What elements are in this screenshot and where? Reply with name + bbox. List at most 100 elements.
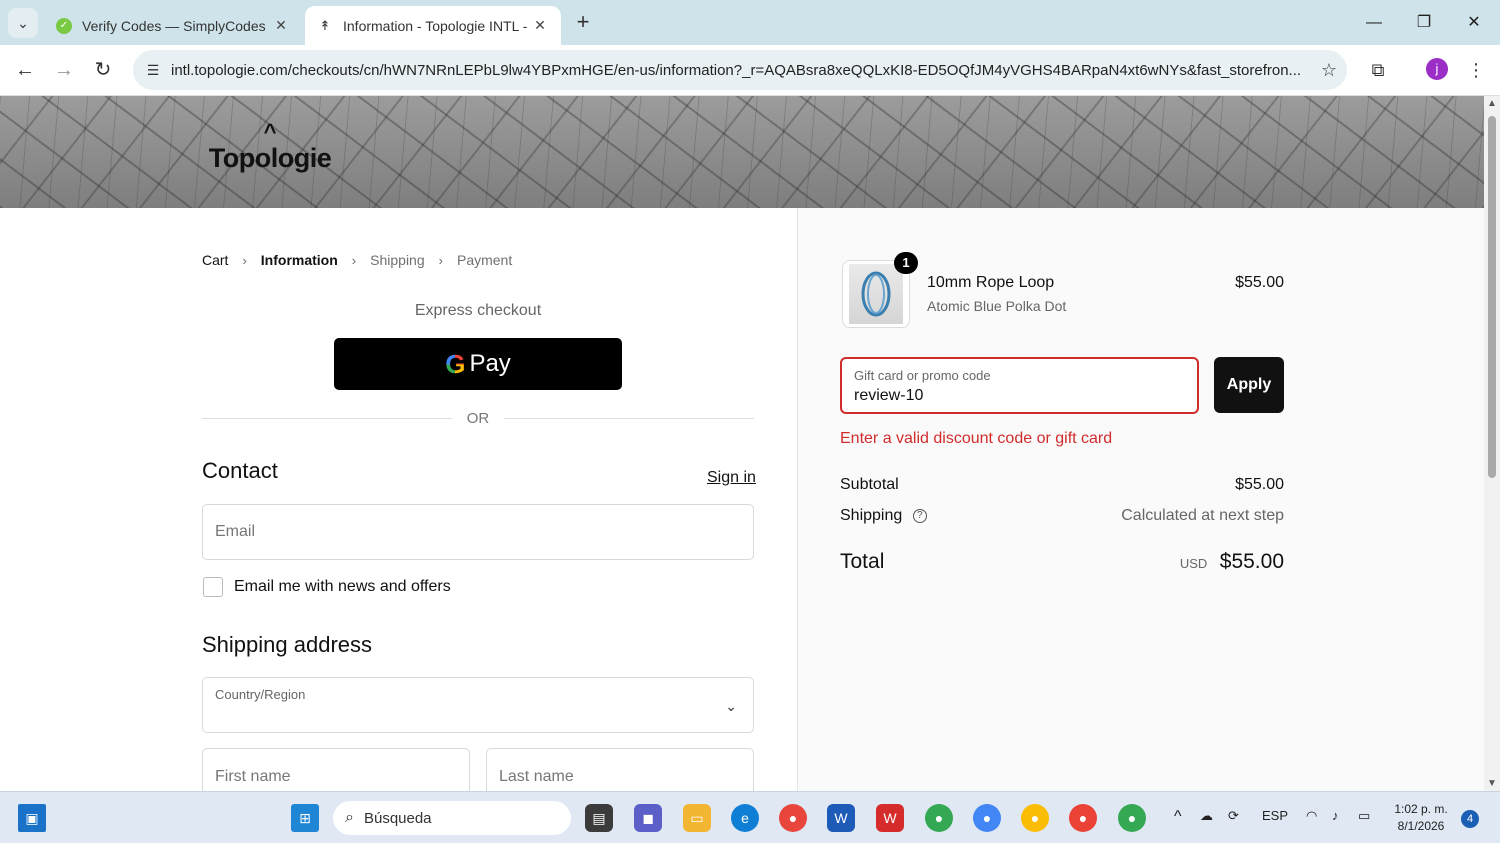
close-window-icon[interactable]: ✕: [1451, 8, 1497, 38]
topologie-logo[interactable]: ^ Topologie: [205, 119, 335, 182]
promo-code-field[interactable]: Gift card or promo code: [840, 357, 1199, 414]
tab-title: Information - Topologie INTL -: [343, 17, 528, 34]
site-settings-icon[interactable]: ☰: [139, 62, 167, 79]
clock-time: 1:02 p. m.: [1394, 802, 1448, 816]
menu-kebab-icon[interactable]: ⋮: [1463, 57, 1489, 83]
new-tab-icon[interactable]: +: [570, 10, 596, 36]
promo-input[interactable]: [854, 387, 1184, 405]
taskbar-search[interactable]: ⌕ Búsqueda: [333, 801, 571, 835]
clock-date: 8/1/2026: [1397, 819, 1445, 833]
windows-taskbar: ▣ ⊞ ⌕ Búsqueda ▤ ◼ ▭ e ● W W ● ● ● ● ● ^…: [0, 791, 1500, 843]
word-icon[interactable]: W: [827, 804, 855, 832]
email-placeholder: Email: [215, 523, 256, 540]
system-clock[interactable]: 1:02 p. m. 8/1/2026: [1385, 801, 1457, 835]
product-price: $55.00: [1235, 274, 1284, 291]
volume-icon[interactable]: ♪: [1332, 808, 1339, 823]
minimize-icon[interactable]: —: [1351, 8, 1397, 38]
promo-label: Gift card or promo code: [854, 368, 991, 383]
breadcrumb-cart[interactable]: Cart: [202, 252, 228, 268]
first-name-field[interactable]: First name: [202, 748, 470, 791]
last-name-field[interactable]: Last name: [486, 748, 754, 791]
notification-badge[interactable]: 4: [1461, 810, 1479, 828]
close-tab-icon[interactable]: ✕: [272, 17, 290, 34]
currency-code: USD: [1179, 556, 1208, 571]
chrome-profile-j2-icon[interactable]: ●: [1069, 804, 1097, 832]
chrome-profile-j-icon[interactable]: ●: [1021, 804, 1049, 832]
first-name-placeholder: First name: [215, 768, 291, 785]
scrollbar-thumb[interactable]: [1488, 116, 1496, 478]
sync-icon[interactable]: ⟳: [1228, 808, 1239, 824]
logo-chevron-icon: ^: [263, 119, 277, 144]
browser-toolbar: ← → ↻ ☰ intl.topologie.com/checkouts/cn/…: [0, 45, 1500, 96]
email-field[interactable]: Email: [202, 504, 754, 560]
widgets-icon[interactable]: ▣: [18, 804, 46, 832]
scroll-up-icon[interactable]: ▲: [1487, 98, 1497, 109]
total-row: Total USD $55.00: [840, 550, 1284, 574]
product-name: 10mm Rope Loop: [927, 274, 1055, 291]
apply-button[interactable]: Apply: [1214, 357, 1284, 413]
forward-icon[interactable]: →: [49, 55, 79, 85]
quantity-badge: 1: [894, 252, 918, 274]
header-banner: ^ Topologie: [0, 96, 1484, 208]
sign-in-link[interactable]: Sign in: [707, 469, 756, 487]
newsletter-option[interactable]: Email me with news and offers: [203, 577, 451, 597]
reload-icon[interactable]: ↻: [88, 55, 118, 85]
breadcrumb-chevron-icon: ›: [351, 252, 357, 268]
subtotal-row: Subtotal $55.00: [840, 476, 1284, 494]
tab-title: Verify Codes — SimplyCodes: [82, 17, 266, 34]
onedrive-icon[interactable]: ☁: [1200, 808, 1213, 824]
google-g-icon: G: [445, 348, 466, 379]
shipping-label: Shipping: [840, 507, 903, 524]
scroll-down-icon[interactable]: ▼: [1487, 778, 1497, 789]
last-name-placeholder: Last name: [499, 768, 574, 785]
restore-icon[interactable]: ❐: [1401, 8, 1447, 38]
breadcrumb-chevron-icon: ›: [438, 252, 443, 268]
breadcrumb: Cart › Information › Shipping › Payment: [202, 252, 526, 268]
address-bar[interactable]: ☰ intl.topologie.com/checkouts/cn/hWN7NR…: [133, 50, 1347, 90]
edge-icon[interactable]: e: [731, 804, 759, 832]
chrome-profile-g-icon[interactable]: ●: [973, 804, 1001, 832]
start-windows-icon[interactable]: ⊞: [291, 804, 319, 832]
back-icon[interactable]: ←: [10, 55, 40, 85]
extensions-icon[interactable]: ⧉: [1365, 57, 1391, 83]
help-circle-icon[interactable]: ?: [912, 508, 927, 523]
tab-topologie[interactable]: ↟ Information - Topologie INTL - ✕: [305, 6, 561, 45]
task-view-icon[interactable]: ▤: [585, 804, 613, 832]
shipping-row: Shipping ? Calculated at next step: [840, 507, 1284, 525]
language-indicator[interactable]: ESP: [1262, 808, 1288, 823]
rope-loop-image: [849, 264, 903, 324]
file-explorer-icon[interactable]: ▭: [683, 804, 711, 832]
shipping-value: Calculated at next step: [1121, 507, 1284, 524]
bookmark-star-icon[interactable]: ☆: [1311, 60, 1347, 81]
chrome-profile-a-icon[interactable]: ●: [925, 804, 953, 832]
simplycodes-favicon-icon: ✓: [56, 17, 72, 34]
tray-overflow-chevron-icon[interactable]: ^: [1174, 808, 1182, 826]
chevron-down-icon: ⌄: [725, 698, 737, 714]
profile-avatar[interactable]: j: [1426, 58, 1448, 80]
teams-chat-icon[interactable]: ◼: [634, 804, 662, 832]
country-select[interactable]: Country/Region ⌄: [202, 677, 754, 733]
google-pay-button[interactable]: G Pay: [334, 338, 622, 390]
tab-bar: ⌄ ✓ Verify Codes — SimplyCodes ✕ ↟ Infor…: [0, 0, 1500, 45]
breadcrumb-payment: Payment: [456, 252, 513, 268]
tab-search-chevron-icon[interactable]: ⌄: [8, 8, 38, 38]
newsletter-checkbox[interactable]: [203, 577, 223, 597]
contact-heading: Contact: [202, 458, 278, 483]
breadcrumb-information: Information: [260, 252, 338, 268]
logo-wordmark: Topologie: [208, 143, 332, 173]
or-label: OR: [466, 410, 490, 427]
chrome-icon[interactable]: ●: [779, 804, 807, 832]
battery-icon[interactable]: ▭: [1358, 808, 1370, 824]
tab-verify-codes[interactable]: ✓ Verify Codes — SimplyCodes ✕: [44, 6, 302, 45]
total-label: Total: [840, 550, 885, 573]
search-placeholder: Búsqueda: [363, 809, 432, 827]
page-scrollbar[interactable]: ▲ ▼: [1484, 96, 1500, 791]
topologie-favicon-icon: ↟: [319, 17, 331, 33]
express-checkout-title: Express checkout: [414, 302, 542, 319]
close-tab-icon[interactable]: ✕: [531, 17, 549, 34]
chrome-profile-m-icon[interactable]: ●: [1118, 804, 1146, 832]
gpay-label: Pay: [469, 350, 511, 377]
wifi-icon[interactable]: ◠: [1306, 808, 1317, 824]
wps-office-icon[interactable]: W: [876, 804, 904, 832]
url-text[interactable]: intl.topologie.com/checkouts/cn/hWN7NRnL…: [171, 62, 1311, 79]
